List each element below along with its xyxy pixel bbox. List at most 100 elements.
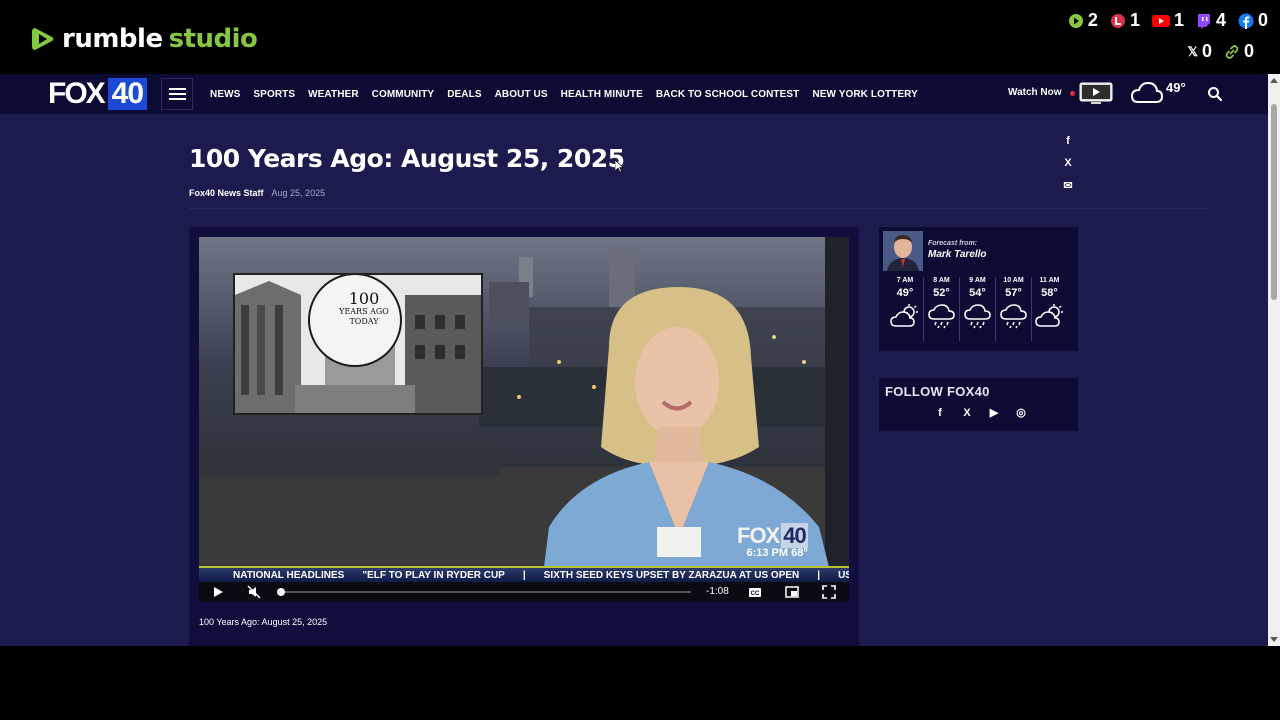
video-container: 100 YEARS AGO TODAY FOX 40 6:13 PM 68° NA… <box>189 227 859 646</box>
hour-temp: 58° <box>1041 287 1058 299</box>
youtube-icon <box>1151 14 1170 27</box>
share-buttons: f X ✉ <box>1060 134 1076 192</box>
hour-time: 10 AM <box>1003 277 1024 284</box>
hourly-list: 7 AM 49° 8 AM 52° 9 AM 54° 10 AM 57° 11 … <box>887 277 1067 341</box>
logo-fox: FOX <box>48 77 106 110</box>
hamburger-icon-bar <box>168 93 186 95</box>
scroll-down-arrow-icon[interactable] <box>1270 637 1278 642</box>
hourly-forecast-widget[interactable]: Forecast from: Mark Tarello 7 AM 49° 8 A… <box>879 227 1078 351</box>
rumble-count: 2 <box>1087 10 1098 30</box>
rumble-brand: rumble <box>62 24 163 54</box>
nav-temperature: 49° <box>1166 80 1186 95</box>
article-title: 100 Years Ago: August 25, 2025 <box>189 144 625 173</box>
bug-number: 40 <box>781 523 808 548</box>
link-icon <box>1225 44 1239 59</box>
ticker-item: | <box>817 569 821 581</box>
fullscreen-icon[interactable] <box>822 585 836 599</box>
ticker-item: "ELF TO PLAY IN RYDER CUP <box>362 569 505 581</box>
watch-now-link[interactable]: Watch Now <box>1008 87 1062 98</box>
hour-temp: 54° <box>969 287 986 299</box>
hour-7am: 7 AM 49° <box>887 277 923 341</box>
x-icon[interactable]: X <box>960 407 974 419</box>
hour-time: 11 AM <box>1039 277 1060 284</box>
locals-viewers: 1 <box>1110 10 1140 31</box>
inset-line-1: YEARS AGO <box>339 307 389 316</box>
search-icon[interactable] <box>1207 86 1223 102</box>
station-bug: FOX 40 6:13 PM 68° <box>737 523 808 559</box>
progress-knob[interactable] <box>277 588 285 596</box>
rumble-studio-header: rumble studio 2 1 1 4 0 𝕏 0 0 <box>0 0 1280 74</box>
article-date: Aug 25, 2025 <box>271 188 326 198</box>
video-player[interactable]: 100 YEARS AGO TODAY FOX 40 6:13 PM 68° NA… <box>199 237 849 602</box>
hamburger-icon-bar <box>168 98 186 100</box>
rumble-suffix: studio <box>168 24 258 54</box>
x-count: 0 <box>1201 41 1212 61</box>
nav-news[interactable]: NEWS <box>210 89 240 100</box>
bug-time-temp: 6:13 PM 68° <box>746 547 808 559</box>
platform-stats-row: 2 1 1 4 0 <box>1068 10 1268 31</box>
inset-number: 100 <box>348 289 380 308</box>
nav-deals[interactable]: DEALS <box>447 89 481 100</box>
muted-volume-icon[interactable] <box>247 585 261 599</box>
bug-fox: FOX <box>737 523 780 548</box>
youtube-icon[interactable]: ▶ <box>987 406 1001 419</box>
rain-cloud-icon <box>927 304 955 329</box>
nav-new-york-lottery[interactable]: NEW YORK LOTTERY <box>812 89 918 100</box>
nav-sports[interactable]: SPORTS <box>253 89 295 100</box>
meteorologist-photo <box>883 231 923 271</box>
youtube-count: 1 <box>1173 10 1184 30</box>
100-years-ago-graphic: 100 YEARS AGO TODAY <box>233 273 483 415</box>
main-nav: NEWS SPORTS WEATHER COMMUNITY DEALS ABOU… <box>210 74 918 114</box>
article-author[interactable]: Fox40 News Staff <box>189 188 264 198</box>
follow-fox40-widget: FOLLOW FOX40 f X ▶ ◎ <box>879 378 1078 431</box>
nav-about-us[interactable]: ABOUT US <box>495 89 548 100</box>
meteorologist-name: Mark Tarello <box>928 249 987 260</box>
nav-weather[interactable]: WEATHER <box>308 89 359 100</box>
facebook-count: 0 <box>1257 10 1268 30</box>
picture-in-picture-icon[interactable] <box>785 585 799 599</box>
hour-8am: 8 AM 52° <box>923 277 959 341</box>
captions-icon[interactable]: CC <box>748 585 762 599</box>
facebook-icon[interactable]: f <box>933 407 947 419</box>
menu-button[interactable] <box>161 78 193 110</box>
nav-health-minute[interactable]: HEALTH MINUTE <box>561 89 643 100</box>
nav-back-to-school-contest[interactable]: BACK TO SCHOOL CONTEST <box>656 89 800 100</box>
x-share-icon[interactable]: X <box>1064 156 1071 170</box>
hour-temp: 52° <box>933 287 950 299</box>
follow-title: FOLLOW FOX40 <box>885 384 990 399</box>
x-viewers: 𝕏 0 <box>1187 41 1212 62</box>
hour-9am: 9 AM 54° <box>959 277 995 341</box>
scroll-up-arrow-icon[interactable] <box>1270 78 1278 83</box>
scroll-thumb[interactable] <box>1271 104 1277 300</box>
inset-line-2: TODAY <box>349 317 379 326</box>
x-icon: 𝕏 <box>1187 43 1198 59</box>
nav-community[interactable]: COMMUNITY <box>372 89 435 100</box>
twitch-viewers: 4 <box>1196 10 1226 31</box>
nav-weather-widget[interactable]: 49° <box>1130 80 1186 106</box>
facebook-viewers: 0 <box>1238 10 1268 31</box>
youtube-viewers: 1 <box>1151 10 1184 31</box>
ticker-item: US BACK <box>838 569 849 581</box>
page-scrollbar[interactable] <box>1268 74 1280 646</box>
fox40-logo[interactable]: FOX 40 <box>48 77 148 110</box>
video-progress-bar[interactable] <box>277 588 691 596</box>
inset-caption: 100 YEARS AGO TODAY <box>319 291 409 327</box>
email-share-icon[interactable]: ✉ <box>1063 178 1072 192</box>
hour-time: 7 AM <box>896 277 914 284</box>
cloud-icon <box>1130 81 1164 103</box>
video-caption: 100 Years Ago: August 25, 2025 <box>199 617 328 627</box>
logo-number: 40 <box>107 78 148 110</box>
follow-social-icons: f X ▶ ◎ <box>933 406 1028 420</box>
tv-icon[interactable] <box>1079 82 1113 106</box>
play-icon[interactable] <box>211 585 225 599</box>
site-navbar: FOX 40 NEWS SPORTS WEATHER COMMUNITY DEA… <box>0 74 1268 114</box>
instagram-icon[interactable]: ◎ <box>1014 406 1028 419</box>
rumble-play-icon <box>32 28 54 50</box>
hour-temp: 49° <box>896 287 914 299</box>
hour-temp: 57° <box>1005 287 1022 299</box>
twitch-icon <box>1197 13 1210 29</box>
ticker-item: | <box>522 569 526 581</box>
locals-count: 1 <box>1129 10 1140 30</box>
facebook-share-icon[interactable]: f <box>1066 134 1070 148</box>
platform-stats-row-2: 𝕏 0 0 <box>1187 41 1254 62</box>
